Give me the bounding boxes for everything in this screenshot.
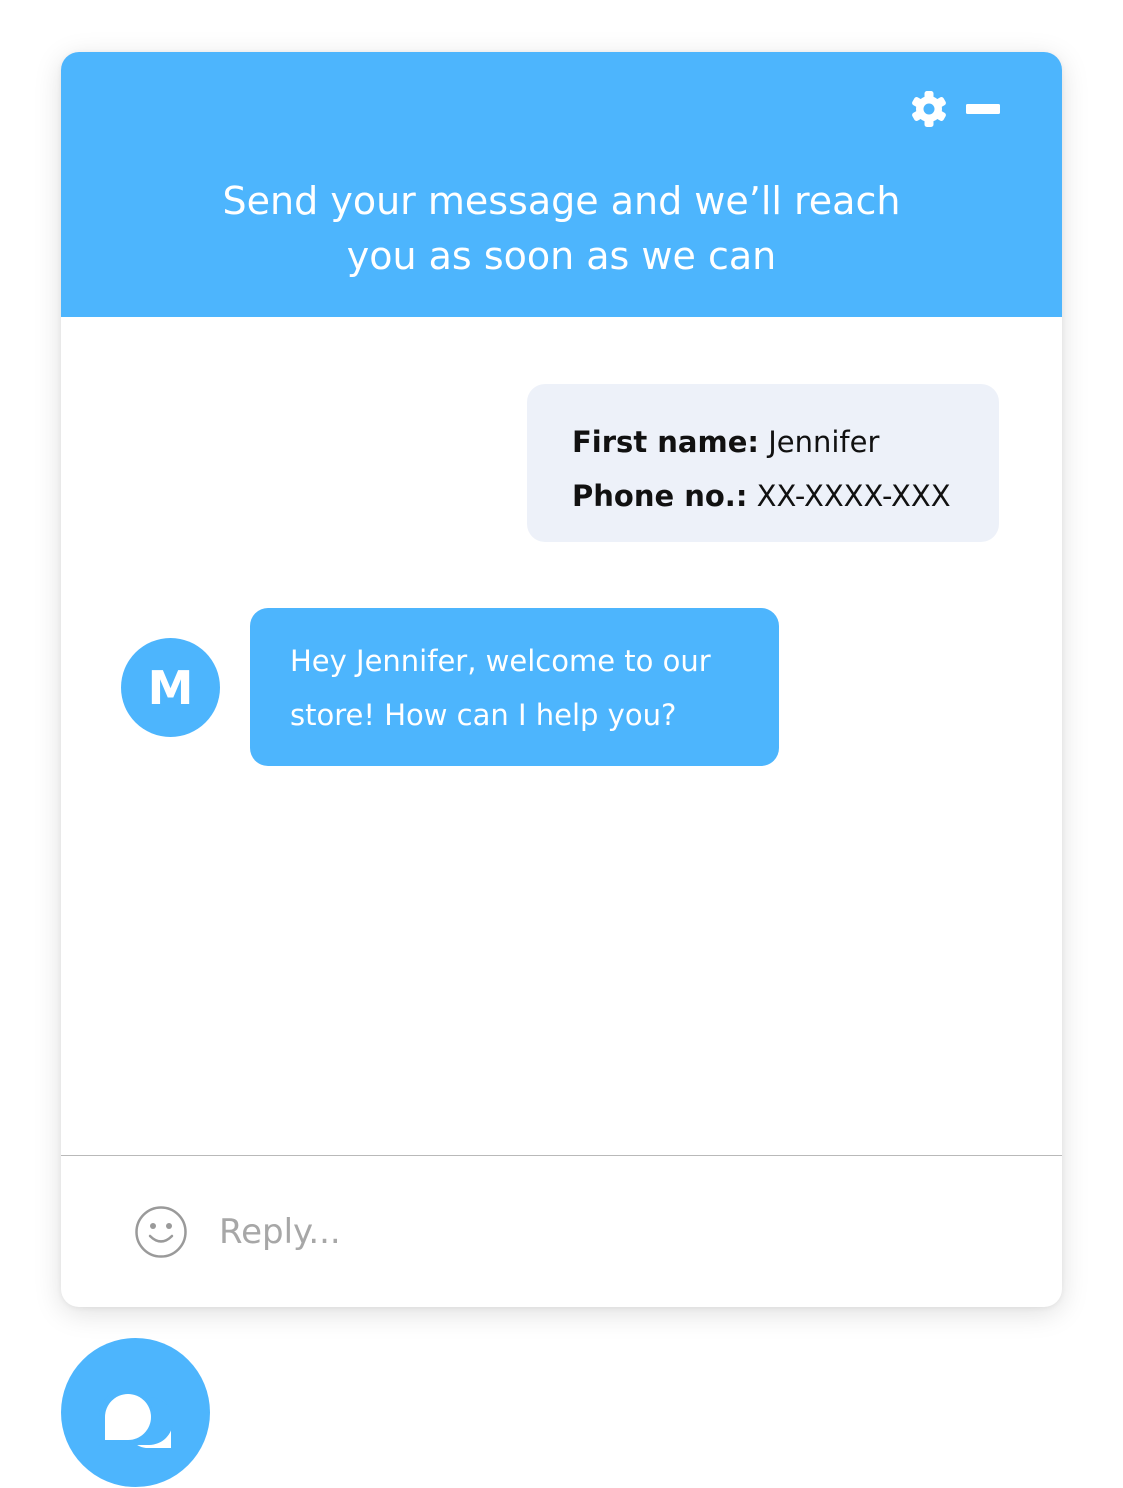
- first-name-value: Jennifer: [758, 425, 880, 459]
- visitor-message-bubble: First name: Jennifer Phone no.: XX-XXXX-…: [527, 384, 999, 542]
- reply-input[interactable]: [219, 1200, 999, 1264]
- smiley-icon[interactable]: [134, 1205, 188, 1259]
- chat-launcher-button[interactable]: [61, 1338, 210, 1487]
- phone-label: Phone no.:: [572, 479, 748, 513]
- agent-avatar: M: [121, 638, 220, 737]
- minimize-icon[interactable]: [966, 104, 1000, 114]
- first-name-row: First name: Jennifer: [572, 415, 999, 469]
- chat-header: Send your message and we’ll reach you as…: [61, 52, 1062, 317]
- chat-widget: Send your message and we’ll reach you as…: [61, 52, 1062, 1307]
- agent-message-bubble: Hey Jennifer, welcome to our store! How …: [250, 608, 779, 766]
- header-controls: [910, 90, 1000, 128]
- header-title: Send your message and we’ll reach you as…: [222, 179, 901, 278]
- phone-row: Phone no.: XX-XXXX-XXX: [572, 469, 999, 523]
- composer: [61, 1156, 1062, 1307]
- gear-icon[interactable]: [910, 90, 948, 128]
- chat-bubbles-icon: [99, 1389, 173, 1449]
- first-name-label: First name:: [572, 425, 759, 459]
- conversation-area: First name: Jennifer Phone no.: XX-XXXX-…: [61, 317, 1062, 1155]
- phone-value: XX-XXXX-XXX: [747, 479, 951, 513]
